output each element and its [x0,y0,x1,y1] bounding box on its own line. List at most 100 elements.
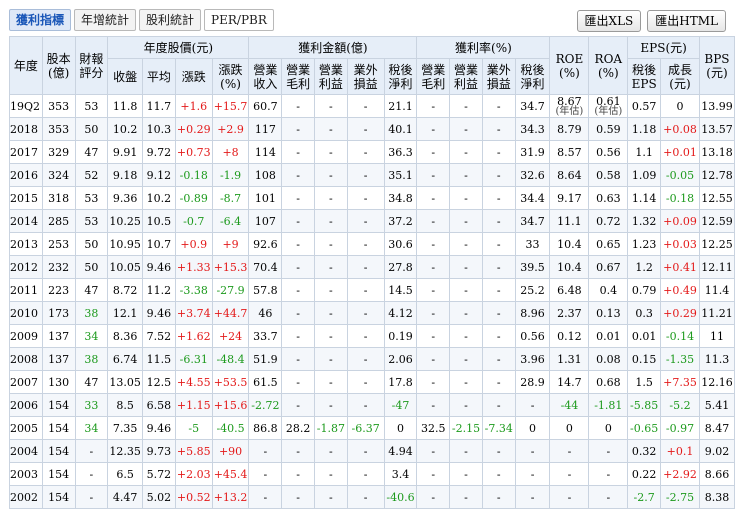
cell-operating-income: - [313,255,348,279]
cell-net-margin: 32.6 [514,163,551,187]
col-group-price: 年度股價(元) [107,36,250,59]
cell-roe: - [549,462,590,486]
cell-price-close: 6.74 [107,347,144,371]
cell-rating: 47 [74,278,109,302]
table-row: 2016 324 52 9.18 9.12 -0.18 -1.9 108- - -35.1- - -3… [9,163,736,187]
cell-rating: 47 [74,140,109,164]
cell-rating: - [74,485,109,509]
cell-revenue: 60.7 [248,94,283,118]
cell-price-close: 10.95 [107,232,144,256]
cell-non-operating-margin: - [481,370,516,394]
cell-capital: 353 [41,117,76,141]
table-row: 2017 329 47 9.91 9.72 +0.73 +8 114- - -36.3- - -31.… [9,140,736,164]
tab-per-pbr[interactable]: PER/PBR [204,9,274,31]
cell-roa: 0.4 [588,278,629,302]
table-row: 2003 154-6.5 5.72 +2.03 +45.4- - - -3.4- - - - - -0.… [9,462,736,486]
cell-roa: 0.08 [588,347,629,371]
cell-eps-growth: +0.1 [660,439,700,463]
cell-year: 2013 [9,232,43,256]
cell-net-margin: 8.96 [514,301,551,325]
cell-price-pct: +8 [211,140,250,164]
cell-price-close: 7.35 [107,416,144,440]
cell-gross-profit: - [281,485,315,509]
cell-price-pct: -1.9 [211,163,250,187]
toolbar: 獲利指標 年增統計 股利統計 PER/PBR 匯出XLS 匯出HTML [0,0,740,36]
cell-price-pct: -27.9 [211,278,250,302]
cell-gross-profit: - [281,370,315,394]
cell-price-change: +1.6 [174,94,213,118]
cell-roa: 0.63 [588,186,629,210]
cell-non-operating: - [346,209,385,233]
cell-non-operating-margin: - [481,278,516,302]
cell-capital: 253 [41,232,76,256]
cell-operating-margin: - [449,232,483,256]
cell-non-operating: - [346,439,385,463]
cell-non-operating-margin: - [481,439,516,463]
export-html-button[interactable]: 匯出HTML [647,10,726,32]
tab-yoy-stats[interactable]: 年增統計 [74,9,137,31]
cell-price-avg: 11.2 [142,278,176,302]
cell-revenue: - [248,462,283,486]
cell-roe: 8.79 [549,117,590,141]
cell-price-avg: 12.5 [142,370,176,394]
cell-roa: 0.58 [588,163,629,187]
cell-non-operating: - [346,347,385,371]
cell-year: 2012 [9,255,43,279]
cell-year: 2018 [9,117,43,141]
cell-gross-profit: - [281,347,315,371]
cell-operating-income: - [313,186,348,210]
cell-price-change: +0.73 [174,140,213,164]
cell-operating-margin: - [449,140,483,164]
export-xls-button[interactable]: 匯出XLS [576,10,642,32]
cell-eps: 1.2 [627,255,662,279]
cell-net-margin: 33 [514,232,551,256]
cell-rating: - [74,462,109,486]
cell-revenue: - [248,439,283,463]
cell-price-close: 12.1 [107,301,144,325]
cell-rating: 38 [74,347,109,371]
cell-rating: 50 [74,255,109,279]
cell-price-close: 8.72 [107,278,144,302]
cell-roa: 0.56 [588,140,629,164]
cell-eps: 1.5 [627,370,662,394]
cell-operating-income: - [313,301,348,325]
cell-price-avg: 5.02 [142,485,176,509]
cell-eps-growth: +0.09 [660,209,700,233]
cell-roe: 1.31 [549,347,590,371]
cell-net-income: 0.19 [383,324,418,348]
cell-price-pct: +90 [211,439,250,463]
cell-price-pct: +45.4 [211,462,250,486]
cell-roa: 0.01 [588,324,629,348]
cell-non-operating-margin: - [481,324,516,348]
cell-capital: 154 [41,485,76,509]
cell-eps-growth: -0.14 [660,324,700,348]
cell-price-pct: +15.7 [211,94,250,118]
cell-price-change: +3.74 [174,301,213,325]
col-rating: 財報 評分 [74,36,109,95]
cell-net-income: -40.6 [383,485,418,509]
cell-bps: 13.57 [698,117,736,141]
cell-roe: 0.12 [549,324,590,348]
table-row: 2011 223 47 8.72 11.2 -3.38 -27.9 57.8- - -14.5- -… [9,278,736,302]
cell-non-operating-margin: - [481,186,516,210]
cell-non-operating-margin: - [481,232,516,256]
cell-eps-growth: +0.03 [660,232,700,256]
cell-price-change: +0.29 [174,117,213,141]
cell-price-change: -0.18 [174,163,213,187]
cell-price-avg: 6.58 [142,393,176,417]
cell-net-income: 0 [383,416,418,440]
cell-eps-growth: +0.08 [660,117,700,141]
cell-price-close: 9.36 [107,186,144,210]
cell-roa: 0.65 [588,232,629,256]
cell-gross-profit: - [281,301,315,325]
cell-operating-income: - [313,393,348,417]
cell-rating: 38 [74,301,109,325]
tab-profit-indicators[interactable]: 獲利指標 [9,9,72,31]
cell-capital: 130 [41,370,76,394]
cell-non-operating-margin: - [481,209,516,233]
cell-price-close: 8.5 [107,393,144,417]
col-roe: ROE (%) [549,36,590,95]
tab-dividend-stats[interactable]: 股利統計 [139,9,202,31]
cell-capital: 154 [41,393,76,417]
cell-net-margin: 34.4 [514,186,551,210]
